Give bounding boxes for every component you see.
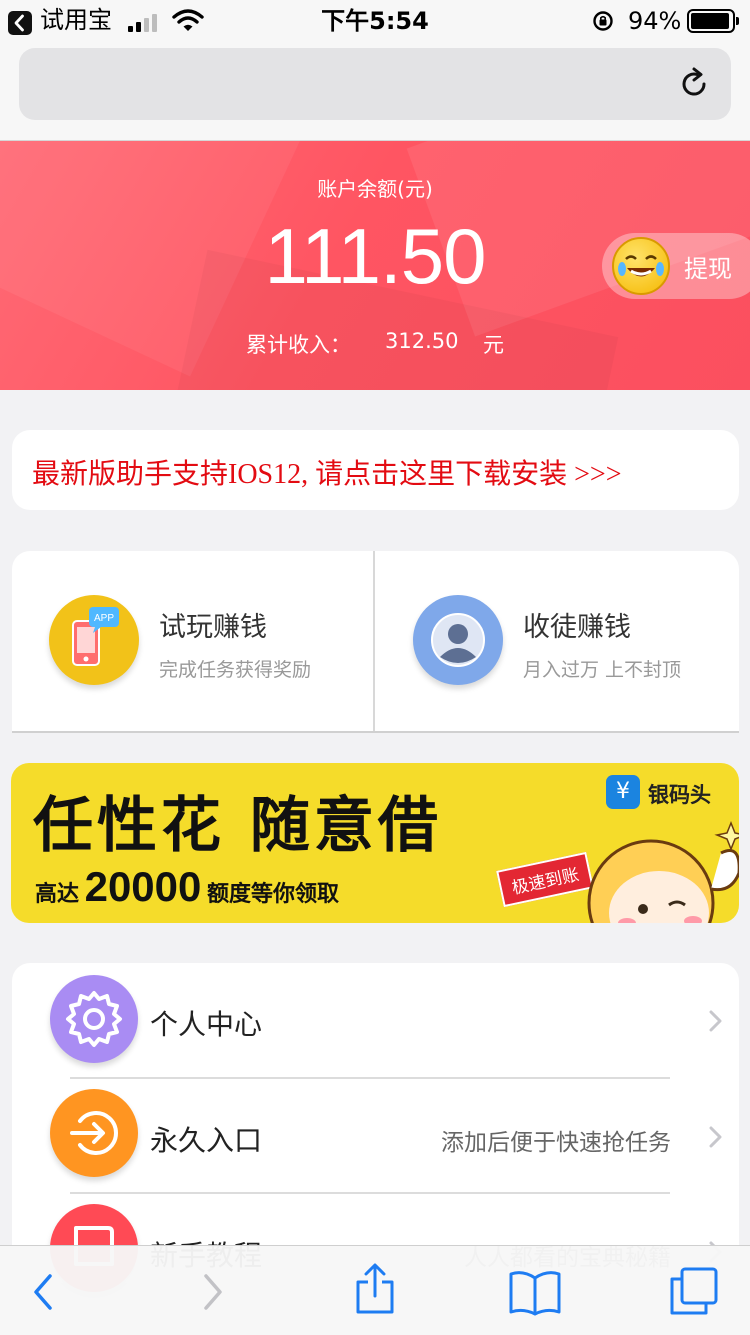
withdraw-button[interactable]: 提现	[602, 233, 750, 299]
tabs-icon[interactable]	[668, 1266, 720, 1320]
orientation-lock-icon	[592, 10, 614, 36]
earn-title-trial: 试玩赚钱	[159, 612, 267, 643]
bank-logo-icon: ¥	[606, 775, 640, 809]
menu-label-personal-center: 个人中心	[150, 1008, 263, 1041]
ad-subline: 高达 20000 额度等你领取	[35, 863, 339, 911]
ad-tag-text: 极速到账	[510, 865, 581, 899]
browser-toolbar	[0, 1245, 750, 1335]
cartoon-girl-icon	[581, 813, 739, 923]
ad-subline-suffix: 额度等你领取	[206, 882, 339, 907]
ad-subline-amount: 20000	[84, 863, 202, 910]
status-bar: 试用宝 下午5:54 94%	[0, 0, 750, 44]
ad-headline: 任性花 随意借	[33, 791, 442, 861]
share-icon[interactable]	[354, 1262, 396, 1320]
browser-address-area	[0, 44, 750, 141]
earn-options-card: APP 试玩赚钱 完成任务获得奖励 收徒赚钱 月入过万 上不封顶	[12, 551, 739, 733]
forward-arrow-icon[interactable]	[200, 1272, 226, 1316]
earn-option-trial[interactable]: APP 试玩赚钱 完成任务获得奖励	[12, 551, 374, 731]
loan-ad-banner[interactable]: 任性花 随意借 高达 20000 额度等你领取 ¥ 银码头 极速到账	[11, 763, 739, 923]
enter-arrow-icon	[50, 1089, 138, 1177]
bookmarks-icon[interactable]	[508, 1268, 562, 1320]
income-label: 累计收入：	[246, 333, 351, 357]
ad-brand-name: 银码头	[648, 783, 711, 807]
menu-hint-permanent-entry: 添加后便于快速抢任务	[441, 1130, 671, 1156]
menu-item-permanent-entry[interactable]: 永久入口 添加后便于快速抢任务	[12, 1079, 739, 1193]
phone-app-icon: APP	[49, 595, 139, 685]
earn-subtitle-trial: 完成任务获得奖励	[159, 659, 312, 681]
address-field[interactable]	[19, 48, 731, 120]
user-avatar-icon	[413, 595, 503, 685]
earn-option-recruit[interactable]: 收徒赚钱 月入过万 上不封顶	[375, 551, 739, 731]
laughing-emoji-icon	[612, 237, 670, 295]
account-balance-banner: 账户余额(元) 111.50 累计收入： 312.50 元 提现	[0, 141, 750, 390]
income-unit: 元	[483, 333, 504, 357]
app-badge-text: APP	[94, 613, 114, 624]
menu-item-personal-center[interactable]: 个人中心	[12, 963, 739, 1078]
reload-icon[interactable]	[677, 66, 713, 106]
ad-subline-prefix: 高达	[35, 882, 80, 907]
notice-text[interactable]: 最新版助手支持IOS12, 请点击这里下载安装 >>>	[32, 452, 622, 492]
income-value: 312.50	[385, 329, 459, 353]
chevron-right-icon	[708, 1009, 724, 1037]
chevron-right-icon	[708, 1125, 724, 1153]
withdraw-label: 提现	[684, 255, 732, 283]
gear-icon	[50, 975, 138, 1063]
battery-percent: 94%	[628, 7, 682, 35]
back-arrow-icon[interactable]	[30, 1272, 56, 1316]
battery-icon	[687, 9, 739, 33]
menu-label-permanent-entry: 永久入口	[150, 1124, 263, 1157]
ad-tag: 极速到账	[496, 851, 594, 908]
menu-list: 个人中心 永久入口 添加后便于快速抢任务 新手教程 人人都看的宝典秘籍	[12, 963, 739, 1292]
earn-title-recruit: 收徒赚钱	[523, 612, 631, 643]
download-notice-banner[interactable]: 最新版助手支持IOS12, 请点击这里下载安装 >>>	[12, 430, 739, 510]
earn-subtitle-recruit: 月入过万 上不封顶	[523, 659, 682, 681]
balance-label: 账户余额(元)	[317, 177, 433, 201]
